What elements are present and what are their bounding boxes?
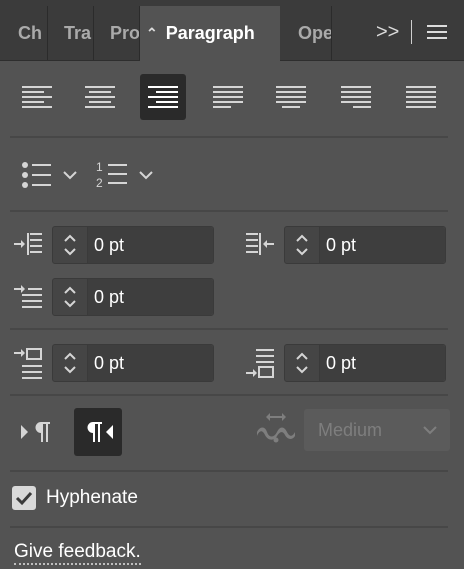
kashida-icon: [254, 410, 296, 451]
numbered-list-icon: 12: [96, 160, 127, 190]
tab-label: Tra: [64, 22, 92, 43]
divider: [10, 328, 448, 330]
space-after-icon: [242, 345, 278, 381]
hyphenate-label[interactable]: Hyphenate: [46, 486, 138, 510]
kashida-value: Medium: [318, 419, 383, 440]
divider: [10, 394, 448, 396]
chevron-down-icon: [64, 300, 76, 308]
space-after-input[interactable]: 0 pt: [320, 345, 445, 381]
justify-all-button[interactable]: [398, 74, 444, 120]
left-indent-input[interactable]: 0 pt: [88, 227, 213, 263]
chevron-up-icon: [296, 352, 308, 360]
align-left-icon: [22, 86, 52, 108]
chevron-up-icon: [64, 234, 76, 242]
kashida-select: Medium: [304, 409, 450, 451]
justify-last-left-icon: [213, 86, 243, 108]
align-center-button[interactable]: [77, 74, 123, 120]
tab-label: Paragraph: [165, 23, 255, 43]
chevron-down-icon: [63, 171, 77, 180]
panel-tab-bar: Ch Tra Pro ⌃ Paragraph Ope >>: [0, 0, 464, 61]
spinner[interactable]: [53, 279, 88, 315]
tab-label: Ch: [18, 22, 42, 43]
divider: [10, 136, 448, 138]
space-after-field: 0 pt: [242, 343, 446, 383]
tab-paragraph[interactable]: ⌃ Paragraph: [140, 6, 280, 61]
tab-label: Ope: [298, 22, 332, 43]
expand-panels-icon[interactable]: >>: [376, 16, 399, 48]
first-line-indent-field: 0 pt: [10, 277, 214, 317]
tab-transform[interactable]: Tra: [56, 6, 94, 60]
align-left-button[interactable]: [14, 74, 60, 120]
sort-arrows-icon: ⌃: [146, 25, 158, 41]
chevron-up-icon: [64, 352, 76, 360]
tab-opentype[interactable]: Ope: [290, 6, 332, 60]
chevron-down-icon: [64, 366, 76, 374]
align-right-button[interactable]: [140, 74, 186, 120]
numbering-dropdown[interactable]: 12: [96, 155, 154, 195]
divider: [411, 20, 412, 44]
first-line-indent-spinbox: 0 pt: [52, 278, 214, 316]
left-indent-icon: [10, 227, 46, 263]
justify-all-icon: [406, 86, 436, 108]
right-to-left-button[interactable]: [74, 408, 122, 456]
bulleted-list-icon: [22, 162, 51, 188]
right-indent-input[interactable]: 0 pt: [320, 227, 445, 263]
chevron-down-icon: [64, 248, 76, 256]
divider: [10, 526, 448, 528]
chevron-up-icon: [64, 286, 76, 294]
rtl-paragraph-icon: [87, 422, 113, 442]
justify-last-right-button[interactable]: [333, 74, 379, 120]
space-before-input[interactable]: 0 pt: [88, 345, 213, 381]
divider: [10, 210, 448, 212]
tab-label: Pro: [110, 22, 140, 43]
ltr-paragraph-icon: [21, 422, 50, 442]
first-line-indent-input[interactable]: 0 pt: [88, 279, 213, 315]
chevron-down-icon: [139, 171, 153, 180]
justify-last-center-button[interactable]: [268, 74, 314, 120]
left-indent-field: 0 pt: [10, 225, 214, 265]
chevron-down-icon: [296, 248, 308, 256]
justify-last-left-button[interactable]: [205, 74, 251, 120]
bullets-dropdown[interactable]: [20, 155, 78, 195]
chevron-down-icon: [296, 366, 308, 374]
first-line-indent-icon: [10, 279, 46, 315]
tab-character[interactable]: Ch: [10, 6, 48, 60]
spinner[interactable]: [285, 345, 320, 381]
right-indent-field: 0 pt: [242, 225, 446, 265]
svg-text:2: 2: [96, 176, 103, 190]
give-feedback-link[interactable]: Give feedback.: [14, 541, 141, 565]
chevron-down-icon: [423, 426, 437, 435]
spinner[interactable]: [53, 227, 88, 263]
spinner[interactable]: [285, 227, 320, 263]
justify-last-right-icon: [341, 86, 371, 108]
space-before-field: 0 pt: [10, 343, 214, 383]
space-after-spinbox: 0 pt: [284, 344, 446, 382]
divider: [10, 470, 448, 472]
tab-properties[interactable]: Pro: [102, 6, 140, 60]
panel-menu-icon[interactable]: [426, 16, 448, 48]
spinner[interactable]: [53, 345, 88, 381]
checkmark-icon: [15, 491, 33, 506]
right-indent-spinbox: 0 pt: [284, 226, 446, 264]
justify-last-center-icon: [276, 86, 306, 108]
align-center-icon: [85, 86, 115, 108]
space-before-icon: [10, 345, 46, 381]
hyphenate-checkbox[interactable]: [12, 486, 36, 510]
svg-text:1: 1: [96, 160, 103, 174]
space-before-spinbox: 0 pt: [52, 344, 214, 382]
right-indent-icon: [242, 227, 278, 263]
left-indent-spinbox: 0 pt: [52, 226, 214, 264]
left-to-right-button[interactable]: [12, 408, 60, 456]
chevron-up-icon: [296, 234, 308, 242]
align-right-icon: [148, 86, 178, 108]
